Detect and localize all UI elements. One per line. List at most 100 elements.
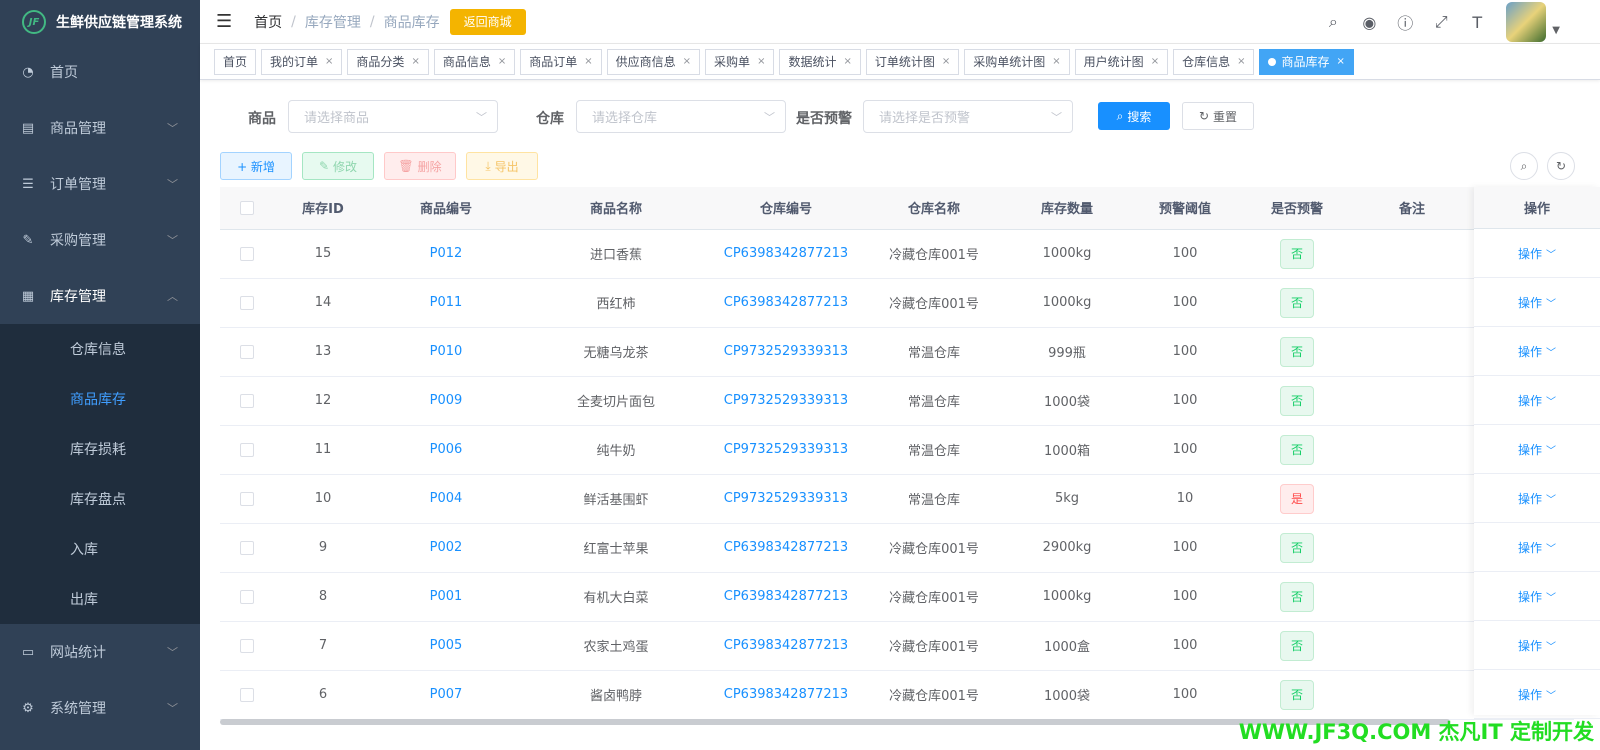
operation-dropdown[interactable]: 操作 ﹀: [1474, 425, 1600, 474]
tag-stock[interactable]: 商品库存 ×: [1259, 48, 1354, 75]
row-checkbox[interactable]: [240, 540, 254, 555]
cell-code-text[interactable]: P006: [430, 442, 463, 457]
sub-item-warehouse[interactable]: 仓库信息: [0, 324, 200, 374]
question-icon[interactable]: ⓘ: [1394, 11, 1416, 33]
cell-code-text[interactable]: P012: [430, 246, 463, 261]
sidebar-item-purchase[interactable]: ✎ 采购管理 ﹀: [0, 212, 200, 268]
cell-wh-code-text[interactable]: CP6398342877213: [724, 638, 848, 653]
cell-code-text[interactable]: P001: [430, 589, 463, 604]
operation-dropdown[interactable]: 操作 ﹀: [1474, 278, 1600, 327]
header-remark[interactable]: 备注: [1350, 187, 1474, 230]
delete-button[interactable]: 🗑 删除: [384, 152, 456, 180]
cell-wh-code-text[interactable]: CP9732529339313: [724, 393, 848, 408]
row-checkbox[interactable]: [240, 344, 254, 359]
tag-purchase[interactable]: 采购单 ×: [705, 48, 775, 75]
header-code[interactable]: 商品编号: [372, 187, 520, 230]
tag-order-chart[interactable]: 订单统计图 ×: [865, 48, 960, 75]
refresh-button[interactable]: ↻: [1547, 152, 1575, 180]
sidebar-item-order[interactable]: ☰ 订单管理 ﹀: [0, 156, 200, 212]
sidebar-item-home[interactable]: ◔ 首页: [0, 44, 200, 100]
cell-wh-code-text[interactable]: CP9732529339313: [724, 344, 848, 359]
app-logo[interactable]: JF 生鲜供应链管理系统: [0, 0, 200, 44]
header-name[interactable]: 商品名称: [520, 187, 712, 230]
cell-wh-code-text[interactable]: CP6398342877213: [724, 687, 848, 702]
tag-product-info[interactable]: 商品信息 ×: [433, 48, 516, 75]
close-icon[interactable]: ×: [1052, 56, 1060, 67]
operation-dropdown[interactable]: 操作 ﹀: [1474, 376, 1600, 425]
header-wh-code[interactable]: 仓库编号: [712, 187, 860, 230]
header-id[interactable]: 库存ID: [274, 187, 372, 230]
header-warn[interactable]: 是否预警: [1244, 187, 1350, 230]
operation-dropdown[interactable]: 操作 ﹀: [1474, 670, 1600, 719]
row-checkbox[interactable]: [240, 491, 254, 506]
operation-dropdown[interactable]: 操作 ﹀: [1474, 229, 1600, 278]
tag-category[interactable]: 商品分类 ×: [347, 48, 429, 75]
toggle-search-button[interactable]: ⌕: [1510, 152, 1538, 180]
close-icon[interactable]: ×: [1151, 56, 1159, 67]
export-button[interactable]: ⤓ 导出: [466, 152, 538, 180]
sidebar-item-product[interactable]: ▤ 商品管理 ﹀: [0, 100, 200, 156]
close-icon[interactable]: ×: [1337, 56, 1345, 67]
sidebar-item-system[interactable]: ⚙ 系统管理 ﹀: [0, 680, 200, 736]
close-icon[interactable]: ×: [498, 56, 506, 67]
operation-dropdown[interactable]: 操作 ﹀: [1474, 474, 1600, 523]
close-icon[interactable]: ×: [843, 56, 851, 67]
tag-product-order[interactable]: 商品订单 ×: [520, 48, 602, 75]
operation-dropdown[interactable]: 操作 ﹀: [1474, 572, 1600, 621]
cell-code-text[interactable]: P007: [430, 687, 463, 702]
sub-item-check[interactable]: 库存盘点: [0, 474, 200, 524]
breadcrumb-home[interactable]: 首页: [254, 12, 282, 32]
hamburger-icon[interactable]: ☰: [216, 11, 232, 32]
font-size-icon[interactable]: T: [1466, 11, 1488, 33]
close-icon[interactable]: ×: [683, 56, 691, 67]
operation-dropdown[interactable]: 操作 ﹀: [1474, 327, 1600, 376]
close-icon[interactable]: ×: [757, 56, 765, 67]
header-qty[interactable]: 库存数量: [1008, 187, 1126, 230]
cell-code-text[interactable]: P011: [430, 295, 463, 310]
sub-item-outbound[interactable]: 出库: [0, 574, 200, 624]
header-wh-name[interactable]: 仓库名称: [860, 187, 1008, 230]
tag-data-stats[interactable]: 数据统计 ×: [779, 48, 861, 75]
header-threshold[interactable]: 预警阈值: [1126, 187, 1244, 230]
add-button[interactable]: + 新增: [220, 152, 292, 180]
search-icon[interactable]: ⌕: [1322, 11, 1344, 33]
close-icon[interactable]: ×: [325, 56, 333, 67]
cell-wh-code-text[interactable]: CP6398342877213: [724, 295, 848, 310]
close-icon[interactable]: ×: [942, 56, 950, 67]
cell-wh-code-text[interactable]: CP9732529339313: [724, 442, 848, 457]
sub-item-loss[interactable]: 库存损耗: [0, 424, 200, 474]
select-all-checkbox[interactable]: [240, 200, 254, 215]
search-button[interactable]: ⌕ 搜索: [1098, 102, 1170, 130]
tag-home[interactable]: 首页: [214, 48, 257, 75]
cell-wh-code-text[interactable]: CP6398342877213: [724, 589, 848, 604]
cell-code-text[interactable]: P010: [430, 344, 463, 359]
sub-item-stock[interactable]: 商品库存: [0, 374, 200, 424]
sub-item-inbound[interactable]: 入库: [0, 524, 200, 574]
cell-code-text[interactable]: P002: [430, 540, 463, 555]
back-to-shop-button[interactable]: 返回商城: [449, 8, 526, 35]
cell-wh-code-text[interactable]: CP9732529339313: [724, 491, 848, 506]
fullscreen-icon[interactable]: ⤢: [1430, 11, 1452, 33]
cell-wh-code-text[interactable]: CP6398342877213: [724, 246, 848, 261]
cell-wh-code-text[interactable]: CP6398342877213: [724, 540, 848, 555]
cell-code-text[interactable]: P005: [430, 638, 463, 653]
sidebar-item-stats[interactable]: ▭ 网站统计 ﹀: [0, 624, 200, 680]
row-checkbox[interactable]: [240, 295, 254, 310]
close-icon[interactable]: ×: [1237, 56, 1245, 67]
cell-code-text[interactable]: P009: [430, 393, 463, 408]
avatar[interactable]: [1506, 2, 1547, 42]
caret-down-icon[interactable]: ▼: [1552, 25, 1560, 36]
row-checkbox[interactable]: [240, 442, 254, 457]
tag-warehouse[interactable]: 仓库信息 ×: [1173, 48, 1255, 75]
warn-select[interactable]: 请选择是否预警 ﹀: [863, 100, 1073, 133]
product-select[interactable]: 请选择商品 ﹀: [288, 100, 498, 133]
row-checkbox[interactable]: [240, 638, 254, 653]
operation-dropdown[interactable]: 操作 ﹀: [1474, 523, 1600, 572]
row-checkbox[interactable]: [240, 246, 254, 261]
tag-user-chart[interactable]: 用户统计图 ×: [1074, 48, 1169, 75]
close-icon[interactable]: ×: [411, 56, 419, 67]
tag-purchase-chart[interactable]: 采购单统计图 ×: [964, 48, 1070, 75]
close-icon[interactable]: ×: [584, 56, 592, 67]
row-checkbox[interactable]: [240, 589, 254, 604]
sidebar-item-inventory[interactable]: ▦ 库存管理 ︿: [0, 268, 200, 324]
